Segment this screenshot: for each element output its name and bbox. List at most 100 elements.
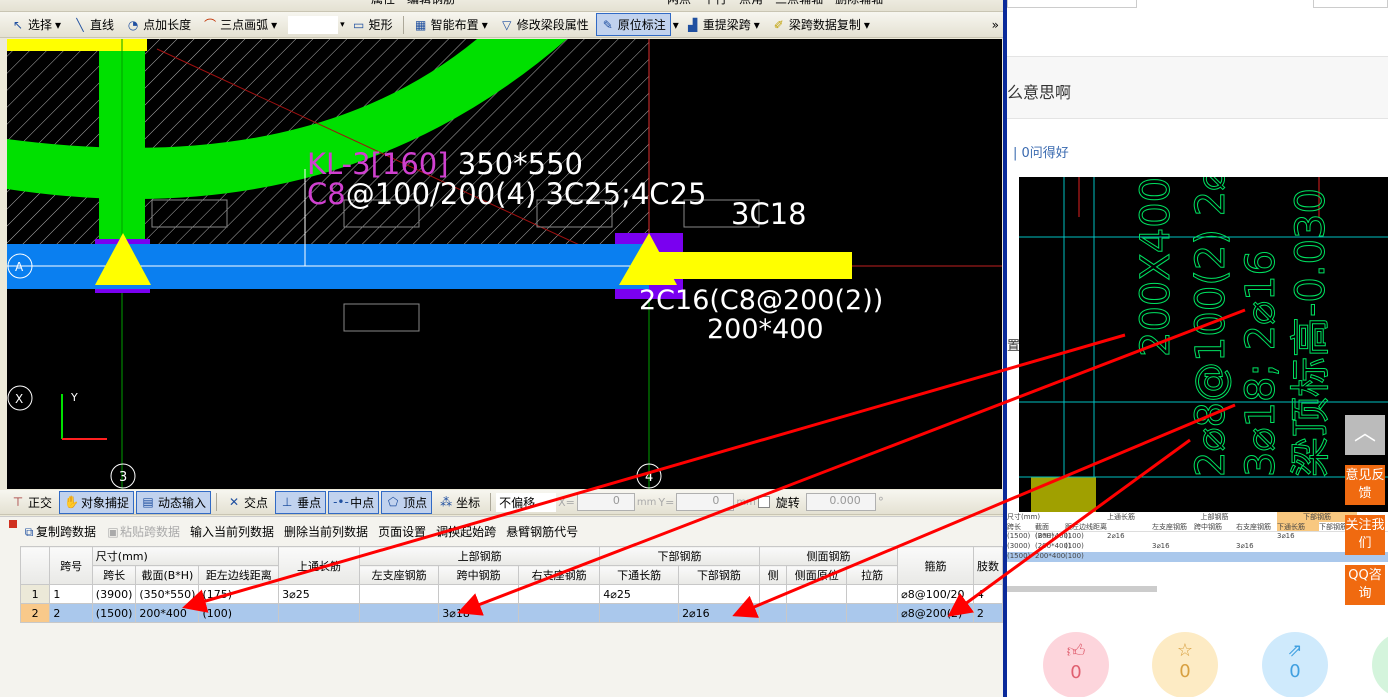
share-button[interactable]: ⇗ 0 — [1262, 632, 1328, 697]
header-stirrup: 箍筋 — [897, 546, 974, 585]
cell-side-position[interactable] — [786, 603, 848, 623]
qq-consult-button[interactable]: QQ咨询 — [1345, 565, 1385, 605]
cad-canvas[interactable]: KL-3[160] 350*550 C8@100/200(4) 3C25;4C2… — [7, 39, 1002, 489]
more-button[interactable] — [1372, 632, 1388, 697]
cell-bottom-through[interactable]: 4⌀25 — [599, 584, 680, 604]
cell-left-support[interactable] — [358, 584, 440, 604]
select-button[interactable]: ↖ 选择 ▾ — [6, 13, 66, 36]
row-number[interactable]: 1 — [19, 584, 51, 604]
point-angle-button[interactable]: 点角 — [734, 0, 768, 10]
header-section: 截面(B*H) — [135, 565, 200, 585]
repick-span-button[interactable]: ▟ 重提梁跨 ▾ — [681, 13, 765, 36]
edit-rebar-button[interactable]: 编辑钢筋 — [402, 0, 460, 10]
in-situ-annotation-button[interactable]: ✎ 原位标注 — [595, 13, 671, 36]
coordinate-toggle[interactable]: ⁂ 坐标 — [434, 491, 485, 514]
cell-side[interactable] — [758, 584, 788, 604]
smart-layout-button[interactable]: ▦ 智能布置 ▾ — [409, 13, 493, 36]
cell-top-through[interactable]: 3⌀25 — [278, 584, 360, 604]
axis-label-x: X — [15, 392, 23, 406]
cell-mid-span[interactable]: 3⌀18 — [438, 603, 520, 623]
pentagon-icon: ⬠ — [387, 495, 399, 509]
rect-button[interactable]: ▭ 矩形 — [347, 13, 398, 36]
header-length: 跨长 — [91, 565, 137, 585]
row-number[interactable]: 2 — [19, 603, 51, 623]
parallel-button[interactable]: 平行 — [698, 0, 732, 10]
cell-length[interactable]: (1500) — [91, 603, 137, 623]
vertex-toggle[interactable]: ⬠ 顶点 — [381, 490, 433, 514]
table-row-selected[interactable]: 2 2 (1500) 200*400 (100) 3⌀18 2⌀16 ⌀8@20… — [19, 603, 1004, 623]
cell-bottom[interactable]: 2⌀16 — [678, 603, 760, 623]
good-question-link[interactable]: | 0问得好 — [1013, 142, 1069, 161]
cell-top-through[interactable] — [278, 603, 360, 623]
offset-dropdown[interactable]: 不偏移 — [496, 492, 557, 512]
cell-section[interactable]: 200*400 — [135, 603, 200, 623]
two-point-button[interactable]: 两点 — [662, 0, 696, 10]
cell-right-support[interactable] — [518, 603, 601, 623]
toolbar-overflow-button[interactable]: » — [992, 18, 999, 32]
axis-label-3: 3 — [119, 470, 127, 485]
mini-cell: (3000) — [1007, 542, 1031, 550]
swap-start-span-button[interactable]: 调换起始跨 — [436, 523, 496, 540]
object-snap-toggle[interactable]: ✋ 对象捕捉 — [59, 490, 135, 514]
rotate-checkbox[interactable] — [757, 496, 770, 508]
cell-stirrup[interactable]: ⌀8@100/20 — [897, 584, 974, 604]
section-label[interactable]: 200*400 — [707, 314, 824, 345]
cantilever-code-button[interactable]: 悬臂钢筋代号 — [506, 523, 578, 540]
table-row[interactable]: 1 1 (3900) (350*550) (175) 3⌀25 4⌀25 ⌀8@… — [19, 584, 1004, 604]
paste-span-data-button[interactable]: ▣粘贴跨数据 — [106, 523, 180, 540]
rotate-input[interactable]: 0.000 — [805, 493, 876, 511]
copy-span-data-button[interactable]: ⧉ 复制跨数据 — [22, 523, 96, 540]
cell-length[interactable]: (3900) — [91, 584, 137, 604]
follow-us-button[interactable]: 关注我们 — [1345, 515, 1385, 555]
cell-bottom-through[interactable] — [599, 603, 680, 623]
cell-stirrup[interactable]: ⌀8@200(2) — [897, 603, 974, 623]
input-column-button[interactable]: 输入当前列数据 — [190, 523, 274, 540]
modify-segment-button[interactable]: ▽ 修改梁段属性 — [495, 13, 594, 36]
cell-tie[interactable] — [846, 603, 899, 623]
dynamic-input-toggle[interactable]: ▤ 动态输入 — [136, 490, 212, 514]
midpoint-toggle[interactable]: -•- 中点 — [328, 490, 380, 514]
three-point-axis-button[interactable]: 三点辅轴 — [770, 0, 828, 10]
cell-side[interactable] — [758, 603, 788, 623]
delete-column-button[interactable]: 删除当前列数据 — [284, 523, 368, 540]
back-to-top-button[interactable]: ︿ — [1345, 415, 1385, 455]
cell-legs[interactable]: 4 — [972, 584, 1004, 604]
header-top-rebar: 上部钢筋 — [358, 546, 601, 566]
bottom-rebar-label[interactable]: 2C16(C8@200(2)) — [639, 285, 883, 316]
top-rebar-label[interactable]: 3C18 — [731, 197, 807, 231]
x-input[interactable]: 0 — [576, 493, 635, 511]
ortho-toggle[interactable]: ⊤ 正交 — [6, 491, 57, 514]
input-box[interactable] — [343, 303, 420, 332]
cell-distance[interactable]: (175) — [198, 584, 280, 604]
feedback-button[interactable]: 意见反馈 — [1345, 465, 1385, 505]
cell-legs[interactable]: 2 — [972, 603, 1004, 623]
web-tab[interactable] — [1007, 0, 1137, 8]
cell-mid-span[interactable] — [438, 584, 520, 604]
page-setup-button[interactable]: 页面设置 — [378, 523, 426, 540]
intersection-toggle[interactable]: ✕ 交点 — [222, 491, 273, 514]
cell-section[interactable]: (350*550) — [135, 584, 200, 604]
divider — [216, 493, 218, 511]
favorite-button[interactable]: ☆ 0 — [1152, 632, 1218, 697]
arc-button[interactable]: ⌒ 三点画弧 ▾ — [198, 13, 282, 36]
cell-span[interactable]: 1 — [49, 584, 93, 604]
cell-distance[interactable]: (100) — [198, 603, 280, 623]
cell-tie[interactable] — [846, 584, 899, 604]
cell-left-support[interactable] — [358, 603, 440, 623]
y-input[interactable]: 0 — [676, 493, 735, 511]
point-length-button[interactable]: ◔ 点加长度 — [121, 13, 196, 36]
delete-axis-button[interactable]: 删除辅轴 — [830, 0, 888, 10]
cell-span[interactable]: 2 — [49, 603, 93, 623]
like-button[interactable]: 👍︎ 0 — [1043, 632, 1109, 697]
copy-span-data-button[interactable]: ✐ 梁跨数据复制 ▾ — [767, 13, 875, 36]
web-tab[interactable] — [1313, 0, 1388, 8]
divider — [402, 15, 404, 34]
cell-side-position[interactable] — [786, 584, 848, 604]
line-button[interactable]: ╲ 直线 — [68, 13, 119, 36]
close-panel-icon[interactable] — [9, 520, 17, 528]
perpendicular-toggle[interactable]: ⊥ 垂点 — [275, 490, 327, 514]
cell-bottom[interactable] — [678, 584, 760, 604]
cell-right-support[interactable] — [518, 584, 601, 604]
arc-dropdown[interactable] — [288, 15, 339, 34]
properties-button[interactable]: 属性 — [366, 0, 400, 10]
